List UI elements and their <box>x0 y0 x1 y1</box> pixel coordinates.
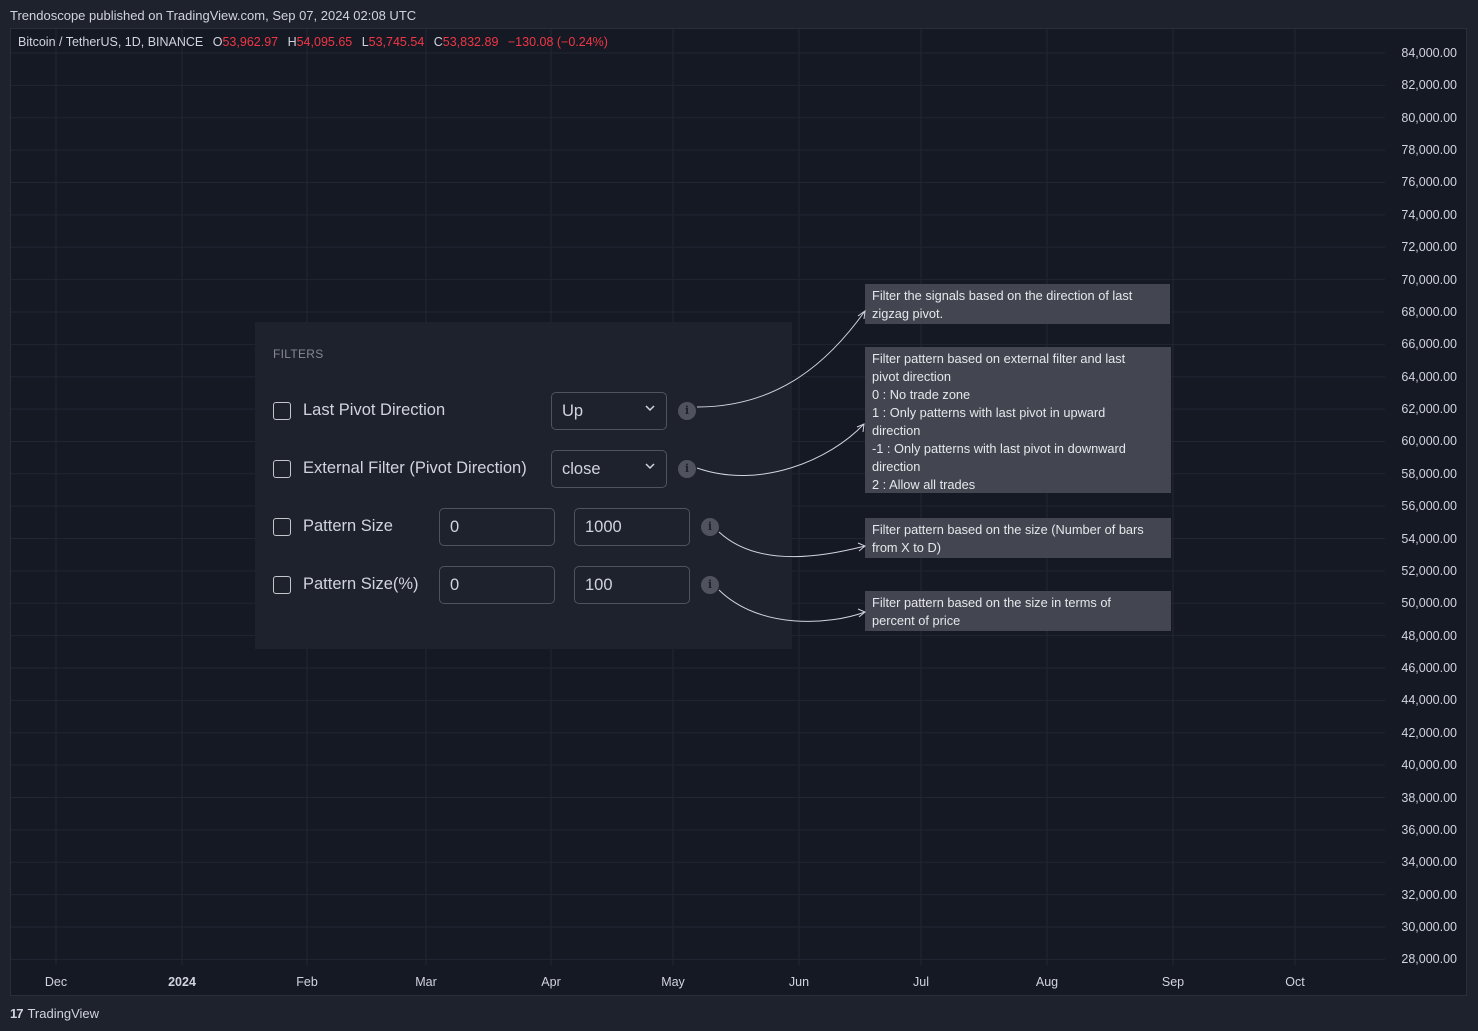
external-filter-checkbox[interactable] <box>273 460 291 478</box>
change-value: −130.08 (−0.24%) <box>507 35 608 49</box>
time-axis-label: May <box>661 975 685 989</box>
pattern-size-checkbox[interactable] <box>273 518 291 536</box>
price-axis-label: 78,000.00 <box>1401 143 1457 158</box>
filters-panel: FILTERS Last Pivot Direction Up i Extern… <box>255 322 792 649</box>
price-axis-label: 28,000.00 <box>1401 952 1457 967</box>
price-axis-label: 60,000.00 <box>1401 434 1457 449</box>
close-value: 53,832.89 <box>442 35 499 49</box>
price-axis-label: 30,000.00 <box>1401 919 1457 934</box>
last-pivot-direction-label: Last Pivot Direction <box>303 401 446 419</box>
tooltip-external-filter: Filter pattern based on external filter … <box>865 347 1171 493</box>
tradingview-logo-icon: 17 <box>10 1006 24 1021</box>
price-axis-label: 42,000.00 <box>1401 725 1457 740</box>
last-pivot-direction-row: Last Pivot Direction Up i <box>273 392 773 432</box>
price-axis-label: 82,000.00 <box>1401 78 1457 93</box>
symbol-legend[interactable]: Bitcoin / TetherUS, 1D, BINANCE O53,962.… <box>18 35 608 49</box>
chevron-down-icon <box>644 402 656 417</box>
filters-title: FILTERS <box>273 347 324 361</box>
price-axis-label: 34,000.00 <box>1401 855 1457 870</box>
price-axis-label: 66,000.00 <box>1401 337 1457 352</box>
low-value: 53,745.54 <box>368 35 425 49</box>
price-axis-label: 36,000.00 <box>1401 822 1457 837</box>
pattern-size-min-input[interactable]: 0 <box>439 508 555 546</box>
price-axis-label: 84,000.00 <box>1401 46 1457 60</box>
time-axis-label: Jul <box>913 975 929 989</box>
high-label: H <box>287 35 297 49</box>
price-axis-label: 32,000.00 <box>1401 887 1457 902</box>
price-axis-label: 68,000.00 <box>1401 304 1457 319</box>
info-icon[interactable]: i <box>678 402 696 420</box>
external-filter-row: External Filter (Pivot Direction) close … <box>273 450 773 490</box>
price-axis-label: 38,000.00 <box>1401 790 1457 805</box>
price-axis-label: 62,000.00 <box>1401 402 1457 417</box>
symbol-name: Bitcoin / TetherUS, 1D, BINANCE <box>18 35 204 49</box>
info-icon[interactable]: i <box>701 576 719 594</box>
price-axis-label: 46,000.00 <box>1401 661 1457 676</box>
tooltip-pattern-size-pct: Filter pattern based on the size in term… <box>865 591 1171 631</box>
price-axis-label: 40,000.00 <box>1401 758 1457 773</box>
price-axis-label: 56,000.00 <box>1401 499 1457 514</box>
time-axis-label: Dec <box>44 975 68 989</box>
close-label: C <box>433 35 443 49</box>
price-axis-label: 58,000.00 <box>1401 466 1457 481</box>
price-axis-label: 72,000.00 <box>1401 240 1457 255</box>
time-axis-label: Apr <box>541 975 561 989</box>
tooltip-last-pivot: Filter the signals based on the directio… <box>865 284 1170 324</box>
time-axis-label: Jun <box>788 975 810 989</box>
tooltip-pattern-size: Filter pattern based on the size (Number… <box>865 518 1171 558</box>
chevron-down-icon <box>644 460 656 475</box>
price-axis-label: 80,000.00 <box>1401 110 1457 125</box>
pattern-size-pct-label: Pattern Size(%) <box>303 575 419 593</box>
footer: 17 TradingView <box>0 996 1478 1031</box>
price-axis-label: 50,000.00 <box>1401 596 1457 611</box>
info-icon[interactable]: i <box>678 460 696 478</box>
pattern-size-pct-max-value: 100 <box>585 576 613 594</box>
price-axis-label: 44,000.00 <box>1401 693 1457 708</box>
pattern-size-pct-min-input[interactable]: 0 <box>439 566 555 604</box>
time-axis-label: Mar <box>415 975 437 989</box>
time-axis-label: Aug <box>1035 975 1059 989</box>
price-axis-label: 64,000.00 <box>1401 369 1457 384</box>
time-axis-label: Oct <box>1285 975 1305 989</box>
last-pivot-direction-checkbox[interactable] <box>273 402 291 420</box>
tradingview-brand[interactable]: 17 TradingView <box>10 1006 99 1021</box>
price-axis-label: 52,000.00 <box>1401 563 1457 578</box>
price-axis-label: 74,000.00 <box>1401 207 1457 222</box>
pattern-size-label: Pattern Size <box>303 517 393 535</box>
open-value: 53,962.97 <box>222 35 279 49</box>
external-filter-value: close <box>562 460 601 478</box>
tradingview-label: TradingView <box>27 1006 100 1021</box>
pattern-size-pct-checkbox[interactable] <box>273 576 291 594</box>
price-axis-label: 54,000.00 <box>1401 531 1457 546</box>
pattern-size-max-input[interactable]: 1000 <box>574 508 690 546</box>
pattern-size-pct-min-value: 0 <box>450 576 460 594</box>
high-value: 54,095.65 <box>296 35 353 49</box>
pattern-size-pct-max-input[interactable]: 100 <box>574 566 690 604</box>
time-axis-label: 2024 <box>168 975 196 989</box>
external-filter-label: External Filter (Pivot Direction) <box>303 459 527 477</box>
pattern-size-max-value: 1000 <box>585 518 622 536</box>
price-axis-label: 48,000.00 <box>1401 628 1457 643</box>
pattern-size-pct-row: Pattern Size(%) 0 100 i <box>273 566 773 606</box>
pattern-size-row: Pattern Size 0 1000 i <box>273 508 773 548</box>
info-icon[interactable]: i <box>701 518 719 536</box>
time-axis-label: Feb <box>296 975 318 989</box>
pattern-size-min-value: 0 <box>450 518 460 536</box>
low-label: L <box>361 35 369 49</box>
external-filter-select[interactable]: close <box>551 450 667 488</box>
last-pivot-direction-select[interactable]: Up <box>551 392 667 430</box>
price-axis-label: 76,000.00 <box>1401 175 1457 190</box>
last-pivot-direction-value: Up <box>562 402 584 420</box>
time-axis-label: Sep <box>1161 975 1185 989</box>
price-axis-label: 70,000.00 <box>1401 272 1457 287</box>
